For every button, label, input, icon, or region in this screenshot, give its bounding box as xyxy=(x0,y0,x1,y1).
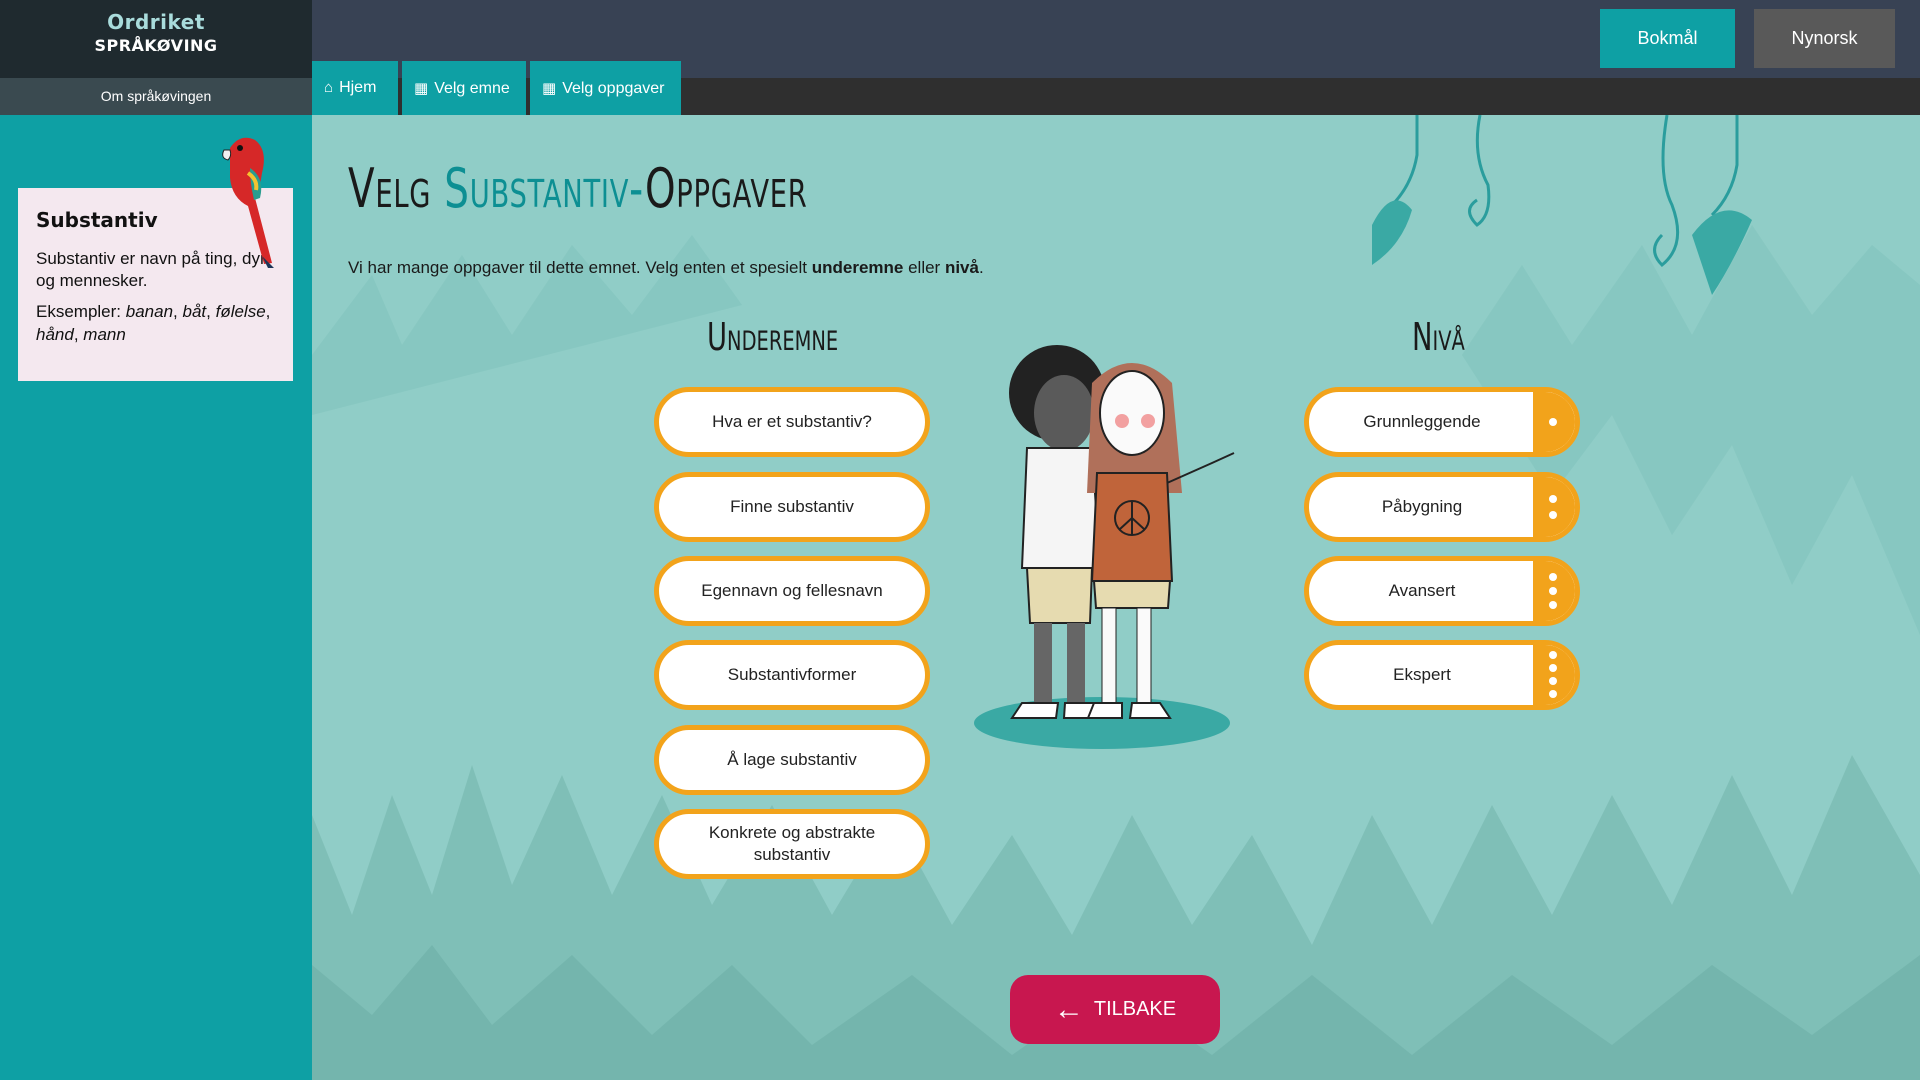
nav-bar: ⌂ Hjem ▦ Velg emne ▦ Velg oppgaver xyxy=(312,61,1920,115)
level-button-pabygning[interactable]: Påbygning xyxy=(1304,472,1580,542)
level-button-grunnleggende[interactable]: Grunnleggende xyxy=(1304,387,1580,457)
intro-part: . xyxy=(978,258,984,277)
tab-velg-emne-label: Velg emne xyxy=(434,80,510,97)
title-prefix: Velg xyxy=(348,157,432,220)
nynorsk-button[interactable]: Nynorsk xyxy=(1754,9,1895,68)
brand-header[interactable]: Ordriket SPRÅKØVING xyxy=(0,0,312,78)
title-accent: Substantiv- xyxy=(444,157,645,220)
intro-part: eller xyxy=(908,258,941,277)
app-subtitle: SPRÅKØVING xyxy=(94,36,218,55)
tab-home[interactable]: ⌂ Hjem xyxy=(312,61,398,115)
bokmal-button[interactable]: Bokmål xyxy=(1600,9,1735,68)
level-button-ekspert[interactable]: Ekspert xyxy=(1304,640,1580,710)
back-button[interactable]: ← TILBAKE xyxy=(1010,975,1220,1044)
sidebar: Ordriket SPRÅKØVING Om språkøvingen Subs… xyxy=(0,0,312,1080)
title-suffix: Oppgaver xyxy=(644,157,808,220)
grid-icon: ▦ xyxy=(542,80,557,97)
subtopics-heading: Underemne xyxy=(707,315,839,359)
tab-velg-oppgaver-label: Velg oppgaver xyxy=(562,80,665,97)
home-icon: ⌂ xyxy=(324,79,334,96)
tab-home-label: Hjem xyxy=(339,79,377,96)
app-logo[interactable]: Ordriket xyxy=(0,0,312,34)
level-button-avansert[interactable]: Avansert xyxy=(1304,556,1580,626)
level-dots-icon xyxy=(1533,645,1575,705)
tab-velg-emne[interactable]: ▦ Velg emne xyxy=(402,61,526,115)
level-label: Avansert xyxy=(1388,581,1456,600)
example-word: mann xyxy=(83,325,126,344)
parrot-illustration xyxy=(222,137,274,268)
examples-label: Eksempler: xyxy=(36,302,122,321)
subtopic-button[interactable]: Å lage substantiv xyxy=(654,725,930,795)
level-label: Ekspert xyxy=(1393,665,1451,684)
about-link[interactable]: Om språkøvingen xyxy=(0,78,312,115)
example-word: hånd xyxy=(36,325,74,344)
tab-velg-oppgaver[interactable]: ▦ Velg oppgaver xyxy=(530,61,681,115)
intro-text: Vi har mange oppgaver til dette emnet. V… xyxy=(348,258,984,278)
intro-part: Vi har mange oppgaver til dette emnet. V… xyxy=(348,258,807,277)
page-title: Velg Substantiv-Oppgaver xyxy=(348,157,808,220)
level-dots-icon xyxy=(1533,561,1575,621)
topic-examples: Eksempler: banan, båt, følelse, hånd, ma… xyxy=(36,302,271,344)
arrow-left-icon: ← xyxy=(1053,992,1084,1026)
subtopic-button[interactable]: Hva er et substantiv? xyxy=(654,387,930,457)
main-content: Velg Substantiv-Oppgaver Vi har mange op… xyxy=(312,115,1920,1080)
example-word: følelse xyxy=(215,302,266,321)
subtopic-button[interactable]: Konkrete og abstrakte substantiv xyxy=(654,809,930,879)
level-label: Grunnleggende xyxy=(1363,412,1481,431)
levels-heading: Nivå xyxy=(1412,315,1465,359)
level-label: Påbygning xyxy=(1381,497,1463,516)
level-dots-icon xyxy=(1533,477,1575,537)
example-word: banan xyxy=(125,302,174,321)
subtopic-button[interactable]: Egennavn og fellesnavn xyxy=(654,556,930,626)
subtopic-button[interactable]: Finne substantiv xyxy=(654,472,930,542)
grid-icon: ▦ xyxy=(414,80,429,97)
subtopic-button[interactable]: Substantivformer xyxy=(654,640,930,710)
children-illustration xyxy=(974,345,1235,749)
level-dots-icon xyxy=(1533,392,1575,452)
intro-bold: nivå xyxy=(944,258,979,277)
example-word: båt xyxy=(182,302,207,321)
intro-bold: underemne xyxy=(811,258,904,277)
back-button-label: TILBAKE xyxy=(1093,998,1177,1020)
